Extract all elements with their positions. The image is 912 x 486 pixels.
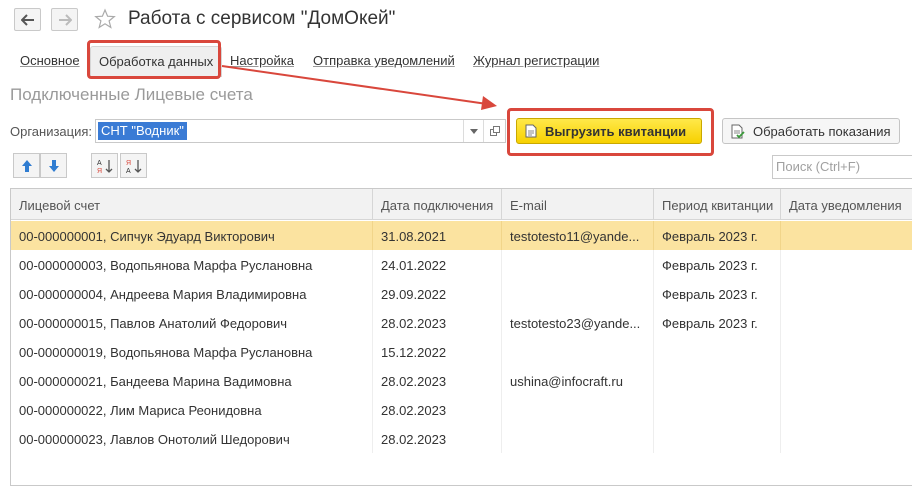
svg-text:Я: Я — [126, 160, 131, 167]
column-header-notification-date[interactable]: Дата уведомления — [781, 189, 912, 220]
cell-receipt-period: Февраль 2023 г. — [654, 221, 781, 250]
cell-receipt-period — [654, 395, 781, 424]
cell-email — [502, 250, 654, 279]
tab-notifications[interactable]: Отправка уведомлений — [313, 53, 455, 68]
section-title: Подключенные Лицевые счета — [10, 85, 253, 104]
organization-value: СНТ "Водник" — [98, 122, 187, 140]
cell-notification-date — [781, 221, 912, 250]
document-icon — [525, 124, 537, 138]
cell-receipt-period: Февраль 2023 г. — [654, 308, 781, 337]
cell-receipt-period — [654, 424, 781, 453]
svg-text:Я: Я — [97, 168, 102, 174]
cell-account: 00-000000022, Лим Мариса Реонидовна — [11, 395, 373, 424]
cell-account: 00-000000004, Андреева Мария Владимировн… — [11, 279, 373, 308]
document-check-icon — [731, 124, 745, 138]
table-row[interactable]: 00-000000003, Водопьянова Марфа Русланов… — [11, 250, 912, 279]
tab-data-processing[interactable]: Обработка данных — [90, 46, 223, 77]
arrow-right-icon — [58, 13, 72, 26]
cell-account: 00-000000015, Павлов Анатолий Федорович — [11, 308, 373, 337]
cell-connection-date: 31.08.2021 — [373, 221, 502, 250]
organization-field[interactable]: СНТ "Водник" — [95, 119, 506, 143]
cell-notification-date — [781, 424, 912, 453]
cell-notification-date — [781, 308, 912, 337]
arrow-left-icon — [20, 13, 34, 26]
table-row[interactable]: 00-000000001, Сипчук Эдуард Викторович 3… — [11, 221, 912, 250]
column-header-receipt-period[interactable]: Период квитанции — [654, 189, 781, 220]
table-row[interactable]: 00-000000023, Лавлов Онотолий Шедорович … — [11, 424, 912, 453]
column-header-account[interactable]: Лицевой счет — [11, 189, 373, 220]
sort-ascending-icon: А Я — [97, 159, 112, 174]
cell-connection-date: 28.02.2023 — [373, 424, 502, 453]
move-down-button[interactable] — [40, 153, 67, 178]
cell-email — [502, 279, 654, 308]
open-window-icon — [489, 126, 500, 136]
cell-receipt-period: Февраль 2023 г. — [654, 250, 781, 279]
cell-connection-date: 29.09.2022 — [373, 279, 502, 308]
forward-button[interactable] — [51, 8, 78, 31]
sort-descending-icon: Я А — [126, 159, 141, 174]
cell-email — [502, 424, 654, 453]
cell-notification-date — [781, 337, 912, 366]
table-row[interactable]: 00-000000019, Водопьянова Марфа Русланов… — [11, 337, 912, 366]
cell-receipt-period: Февраль 2023 г. — [654, 279, 781, 308]
cell-notification-date — [781, 366, 912, 395]
cell-notification-date — [781, 395, 912, 424]
table-row[interactable]: 00-000000021, Бандеева Марина Вадимовна … — [11, 366, 912, 395]
table-row[interactable]: 00-000000015, Павлов Анатолий Федорович … — [11, 308, 912, 337]
table-header: Лицевой счет Дата подключения E-mail Пер… — [11, 189, 912, 220]
arrow-down-icon — [48, 159, 59, 172]
cell-receipt-period — [654, 337, 781, 366]
sort-descending-button[interactable]: Я А — [120, 153, 147, 178]
organization-dropdown-button[interactable] — [463, 120, 483, 142]
column-header-email[interactable]: E-mail — [502, 189, 654, 220]
cell-connection-date: 28.02.2023 — [373, 366, 502, 395]
cell-email: testotesto23@yande... — [502, 308, 654, 337]
cell-connection-date: 28.02.2023 — [373, 395, 502, 424]
export-receipts-label: Выгрузить квитанции — [545, 123, 687, 139]
cell-email — [502, 395, 654, 424]
chevron-down-icon — [469, 128, 478, 134]
tab-main[interactable]: Основное — [20, 53, 80, 68]
search-input[interactable]: Поиск (Ctrl+F) — [772, 155, 912, 179]
cell-account: 00-000000023, Лавлов Онотолий Шедорович — [11, 424, 373, 453]
table-row[interactable]: 00-000000022, Лим Мариса Реонидовна 28.0… — [11, 395, 912, 424]
window-title: Работа с сервисом "ДомОкей" — [128, 8, 396, 29]
cell-account: 00-000000021, Бандеева Марина Вадимовна — [11, 366, 373, 395]
star-icon[interactable] — [94, 8, 116, 30]
cell-account: 00-000000001, Сипчук Эдуард Викторович — [11, 221, 373, 250]
tab-settings[interactable]: Настройка — [230, 53, 294, 68]
cell-connection-date: 15.12.2022 — [373, 337, 502, 366]
organization-open-button[interactable] — [483, 120, 505, 142]
cell-email: testotesto11@yande... — [502, 221, 654, 250]
cell-account: 00-000000019, Водопьянова Марфа Русланов… — [11, 337, 373, 366]
accounts-table[interactable]: Лицевой счет Дата подключения E-mail Пер… — [10, 188, 912, 486]
cell-email: ushina@infocraft.ru — [502, 366, 654, 395]
cell-connection-date: 28.02.2023 — [373, 308, 502, 337]
cell-notification-date — [781, 279, 912, 308]
cell-connection-date: 24.01.2022 — [373, 250, 502, 279]
sort-ascending-button[interactable]: А Я — [91, 153, 118, 178]
column-header-connection-date[interactable]: Дата подключения — [373, 189, 502, 220]
organization-label: Организация: — [10, 124, 93, 139]
arrow-up-icon — [21, 159, 32, 172]
tab-registration-log[interactable]: Журнал регистрации — [473, 53, 599, 68]
process-readings-button[interactable]: Обработать показания — [722, 118, 900, 144]
cell-email — [502, 337, 654, 366]
move-up-button[interactable] — [13, 153, 40, 178]
back-button[interactable] — [14, 8, 41, 31]
cell-notification-date — [781, 250, 912, 279]
svg-text:А: А — [126, 168, 131, 174]
svg-text:А: А — [97, 160, 102, 167]
cell-receipt-period — [654, 366, 781, 395]
table-row[interactable]: 00-000000004, Андреева Мария Владимировн… — [11, 279, 912, 308]
export-receipts-button[interactable]: Выгрузить квитанции — [516, 118, 702, 144]
process-readings-label: Обработать показания — [753, 123, 891, 139]
cell-account: 00-000000003, Водопьянова Марфа Русланов… — [11, 250, 373, 279]
